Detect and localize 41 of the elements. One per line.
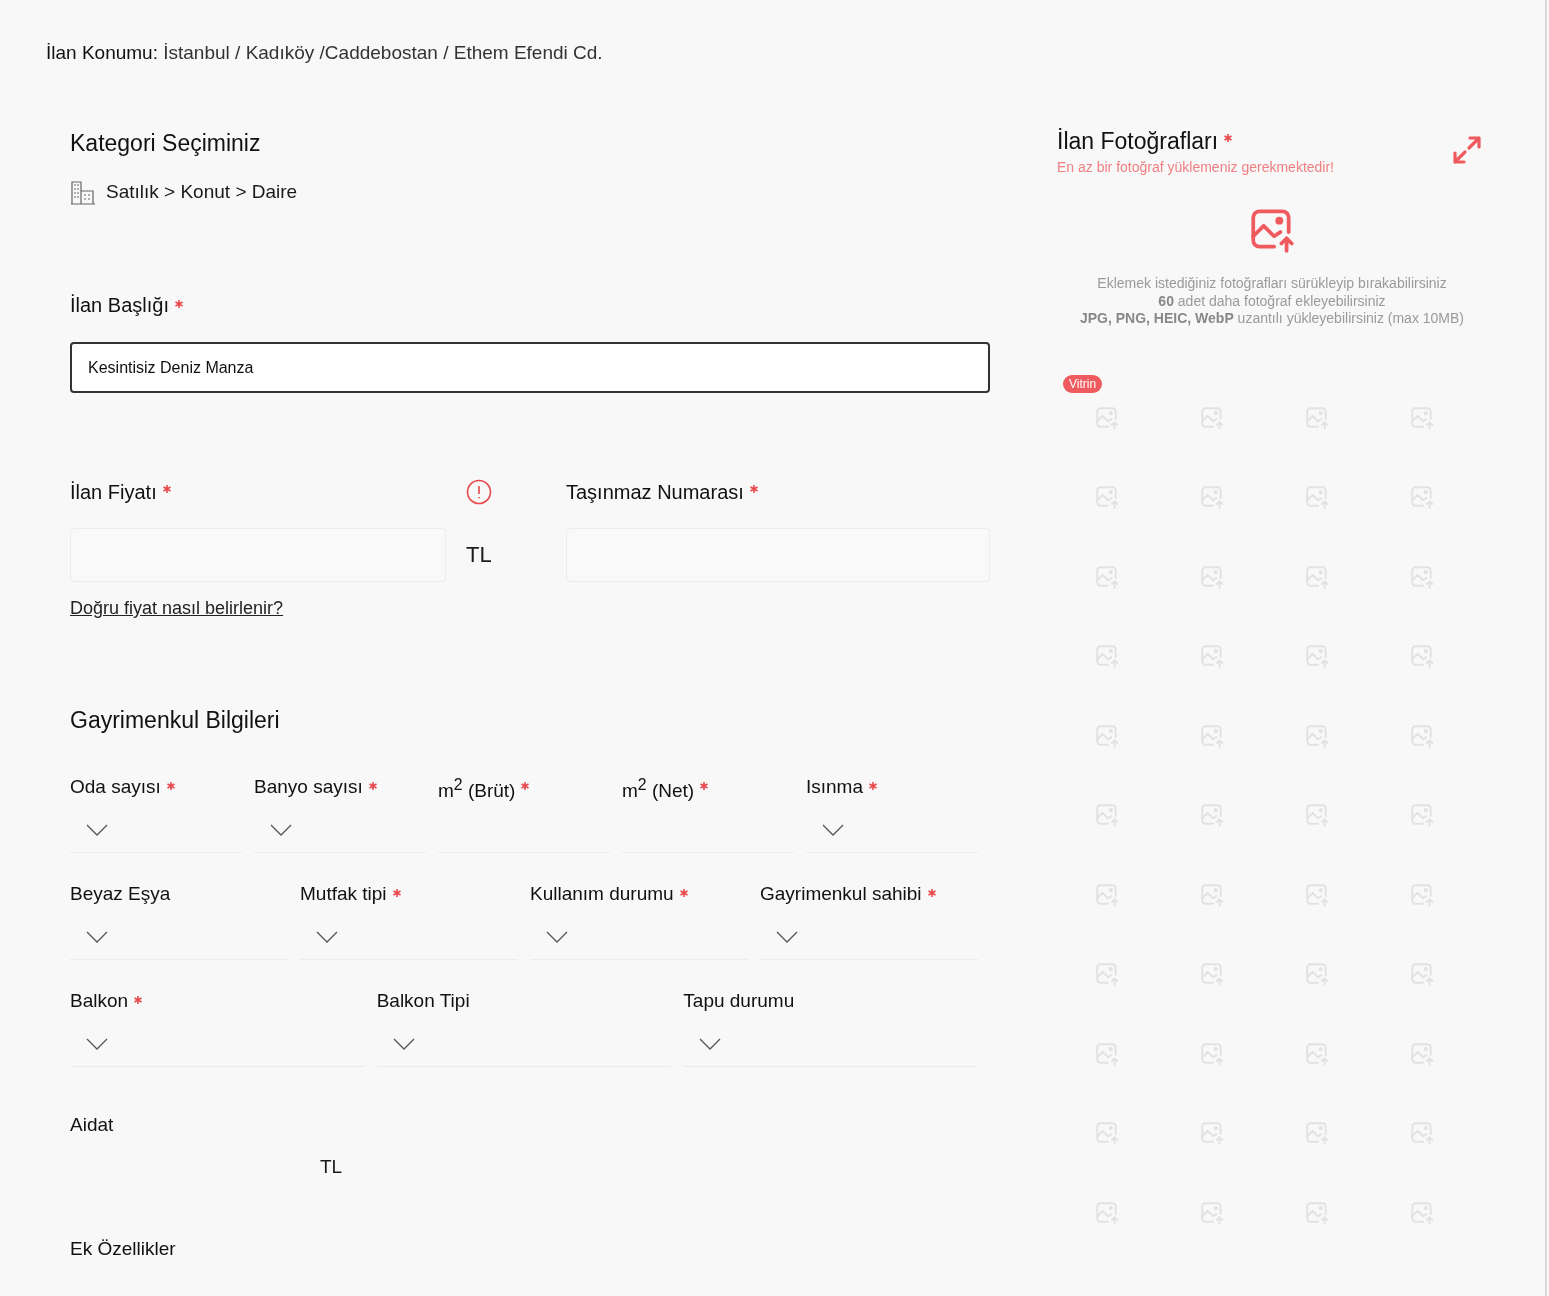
title-input[interactable]: Kesintisiz Deniz Manza (70, 342, 990, 393)
chevron-down-icon (776, 931, 798, 943)
field-label: Aidat (70, 1114, 114, 1136)
field-label: Banyo sayısı (254, 776, 363, 798)
chevron-down-icon (86, 824, 108, 836)
chevron-down-icon (699, 1038, 722, 1050)
chevron-down-icon (316, 931, 338, 943)
section-title: Gayrimenkul Bilgileri (70, 707, 281, 734)
field-label: Taşınmaz Numarası (566, 480, 744, 504)
field-label: Balkon Tipi (376, 990, 470, 1012)
chevron-down-icon (546, 931, 568, 943)
currency-label: TL (465, 541, 493, 569)
buildings-icon (70, 179, 96, 205)
error-message: En az bir fotoğraf yüklemeniz gerekmektedir! (1057, 159, 1334, 175)
currency-label: TL (320, 1156, 343, 1178)
field-label: İlan Başlığı (70, 294, 169, 317)
upload-hint: Eklemek istediğiniz fotoğrafları sürükleyip bırakabilirsiniz 60 adet daha fotoğraf ekleyebilirsiniz JPG, PNG, HEIC, WebP uzantılı yükleyebilirsiniz (max 10MB) (1078, 275, 1466, 328)
field-label: Kullanım durumu (530, 883, 674, 905)
expand-icon[interactable] (1451, 134, 1483, 166)
section-title: Ek Özellikler (70, 1238, 176, 1260)
field-label: İlan Fiyatı (70, 480, 157, 504)
field-label: Balkon (70, 990, 129, 1012)
field-label: Beyaz Eşya (70, 883, 171, 905)
field-label: m$^{2}$ (Brüt) (438, 776, 516, 803)
price-help-link[interactable]: Doğru fiyat nasıl belirlenir? (70, 598, 284, 619)
showcase-badge: Vitrin (1063, 374, 1103, 393)
chevron-down-icon (86, 1038, 108, 1050)
chevron-down-icon (822, 824, 844, 836)
chevron-down-icon (392, 1038, 415, 1050)
field-label: Gayrimenkul sahibi (760, 883, 922, 905)
field-label: Tapu durumu (683, 990, 795, 1012)
location-text: İlan Konumu: İstanbul / Kadıköy /Caddebostan / Ethem Efendi Cd. (46, 42, 604, 64)
section-title: İlan Fotoğrafları (1057, 128, 1219, 155)
category-path: Satılık > Konut > Daire (106, 181, 298, 203)
field-label: Mutfak tipi (300, 883, 387, 905)
field-label: Oda sayısı (70, 776, 161, 798)
chevron-down-icon (270, 824, 292, 836)
section-title: Kategori Seçiminiz (70, 130, 262, 157)
field-label: m$^{2}$ (Net) (622, 776, 695, 803)
chevron-down-icon (86, 931, 108, 943)
field-label: Isınma (806, 776, 864, 798)
